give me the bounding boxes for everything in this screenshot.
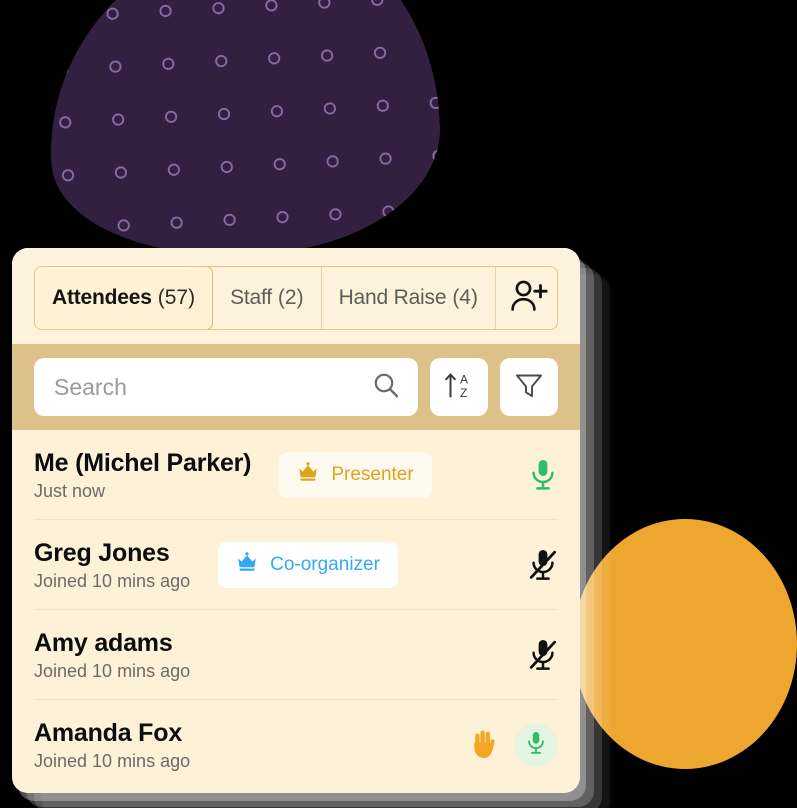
sort-alpha-ascending-icon: A Z xyxy=(442,369,476,406)
tab-attendees-label: Attendees xyxy=(52,286,152,309)
svg-text:A: A xyxy=(460,372,468,386)
raised-hand-icon[interactable] xyxy=(470,729,500,761)
microphone-muted-icon[interactable] xyxy=(528,548,558,582)
tab-staff[interactable]: Staff (2) xyxy=(213,267,322,329)
attendee-name: Greg Jones xyxy=(34,538,170,567)
microphone-on-icon xyxy=(525,730,547,761)
search-band: Search A Z xyxy=(12,344,580,430)
list-item[interactable]: Amy adams Joined 10 mins ago xyxy=(34,610,558,700)
tab-hand-raise-label: Hand Raise xyxy=(338,286,447,309)
attendee-info: Greg Jones Joined 10 mins ago xyxy=(34,539,190,592)
tabs-region: Attendees (57) Staff (2) Hand Raise (4) xyxy=(12,248,580,344)
add-person-button[interactable] xyxy=(496,267,557,329)
crown-icon xyxy=(236,552,258,578)
tab-staff-count: (2) xyxy=(277,286,304,309)
filter-button[interactable] xyxy=(500,358,558,416)
tab-bar: Attendees (57) Staff (2) Hand Raise (4) xyxy=(34,266,558,330)
background-stage: Attendees (57) Staff (2) Hand Raise (4) xyxy=(0,0,797,808)
attendee-list: Me (Michel Parker) Just now Presenter Gr… xyxy=(12,430,580,789)
svg-text:Z: Z xyxy=(460,386,467,400)
attendee-name: Amanda Fox xyxy=(34,718,183,747)
attendee-status: Joined 10 mins ago xyxy=(34,750,191,771)
decorative-orange-circle xyxy=(573,519,797,769)
attendee-role-badge: Co-organizer xyxy=(218,542,398,588)
search-input[interactable]: Search xyxy=(54,374,372,401)
crown-icon xyxy=(297,462,319,488)
tab-attendees[interactable]: Attendees (57) xyxy=(35,267,214,329)
search-field-wrapper[interactable]: Search xyxy=(34,358,418,416)
microphone-on-button[interactable] xyxy=(514,723,558,767)
add-person-icon xyxy=(509,279,549,318)
attendees-panel-card: Attendees (57) Staff (2) Hand Raise (4) xyxy=(12,248,580,793)
attendee-actions xyxy=(528,548,558,582)
attendee-status: Just now xyxy=(34,480,106,501)
attendee-role-badge: Presenter xyxy=(279,452,432,498)
status-badge-coorganizer-label: Co-organizer xyxy=(270,554,380,575)
list-item[interactable]: Me (Michel Parker) Just now Presenter xyxy=(34,430,558,520)
attendee-info: Amy adams Joined 10 mins ago xyxy=(34,629,190,682)
attendee-status: Joined 10 mins ago xyxy=(34,660,191,681)
attendee-name: Me (Michel Parker) xyxy=(34,448,252,477)
attendee-name: Amy adams xyxy=(34,628,173,657)
decorative-purple-dotted-blob xyxy=(39,0,447,264)
list-item[interactable]: Amanda Fox Joined 10 mins ago xyxy=(34,700,558,789)
tab-staff-label: Staff xyxy=(230,286,272,309)
attendee-actions xyxy=(528,458,558,492)
attendee-actions xyxy=(470,723,558,767)
status-badge-presenter-label: Presenter xyxy=(331,464,414,485)
attendee-info: Me (Michel Parker) Just now xyxy=(34,448,252,502)
list-item[interactable]: Greg Jones Joined 10 mins ago Co-organiz… xyxy=(34,520,558,610)
tab-attendees-count: (57) xyxy=(157,286,196,309)
attendee-info: Amanda Fox Joined 10 mins ago xyxy=(34,719,190,772)
microphone-on-icon[interactable] xyxy=(528,458,558,492)
status-badge-coorganizer: Co-organizer xyxy=(218,542,398,588)
search-icon[interactable] xyxy=(372,371,400,404)
microphone-muted-icon[interactable] xyxy=(528,638,558,672)
status-badge-presenter: Presenter xyxy=(279,452,432,498)
attendee-actions xyxy=(528,638,558,672)
sort-button[interactable]: A Z xyxy=(430,358,488,416)
tab-hand-raise-count: (4) xyxy=(452,286,478,309)
attendee-status: Joined 10 mins ago xyxy=(34,570,191,591)
filter-funnel-icon xyxy=(513,370,545,405)
tab-hand-raise[interactable]: Hand Raise (4) xyxy=(322,267,496,329)
